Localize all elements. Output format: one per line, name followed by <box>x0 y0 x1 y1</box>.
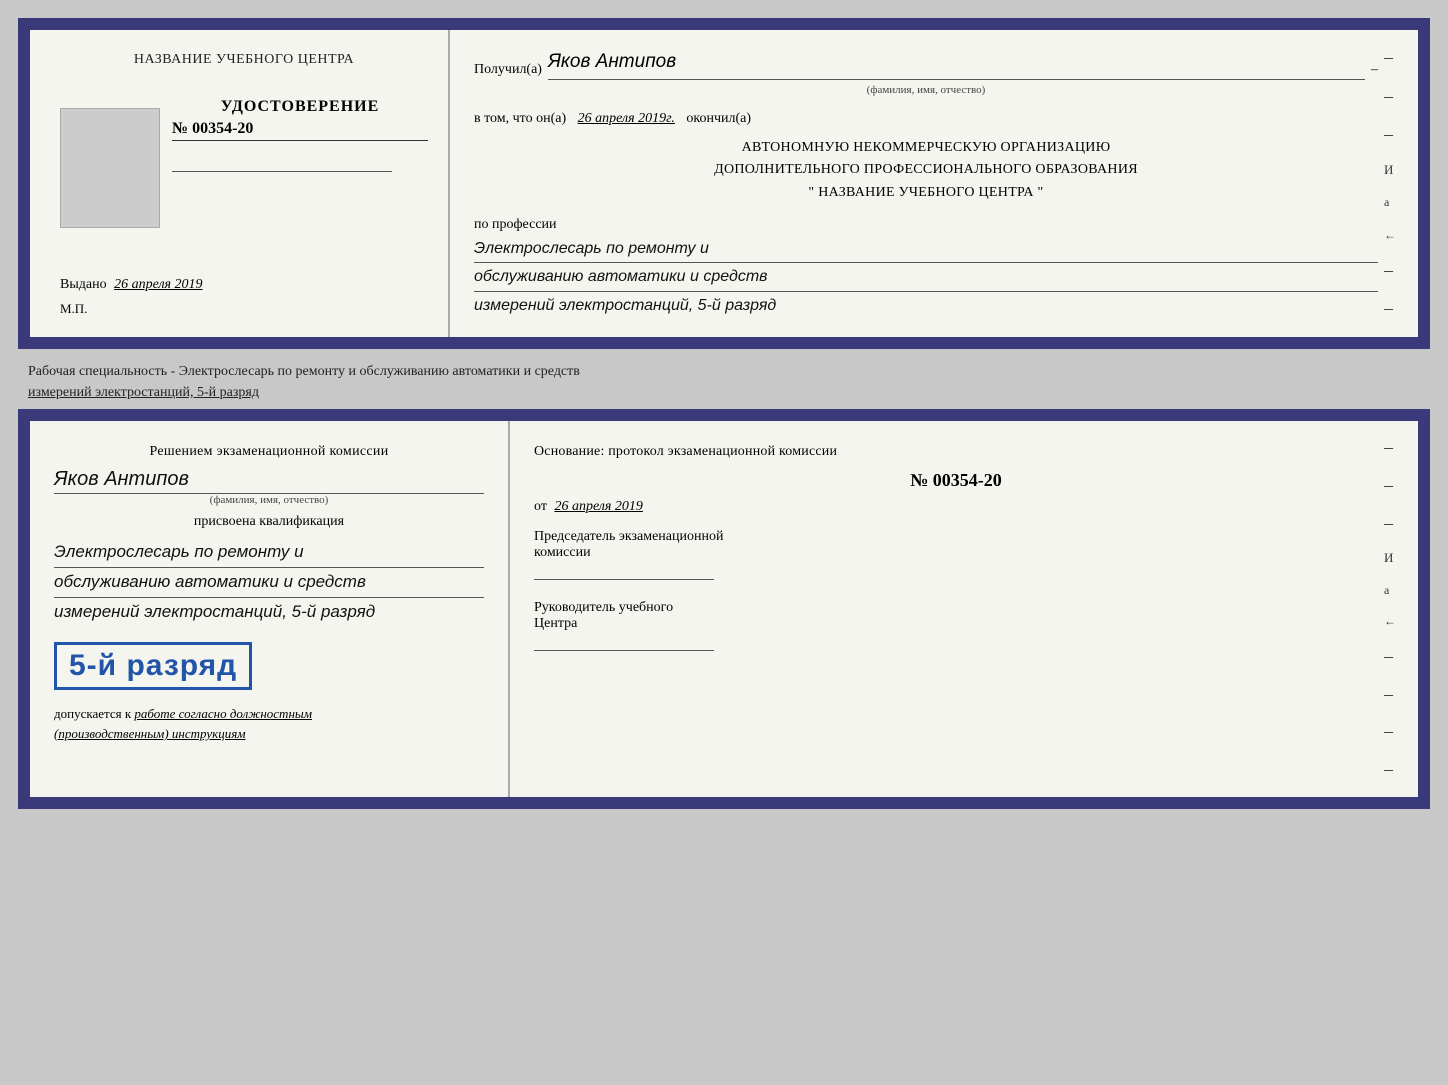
profession-line2: обслуживанию автоматики и средств <box>474 263 1378 291</box>
predsedatel-block: Председатель экзаменационной комиссии <box>534 529 1378 580</box>
dopuskaetsya-italic: работе согласно должностным <box>134 706 312 721</box>
vydano-line: Выдано 26 апреля 2019 <box>60 277 428 293</box>
bottom-doc-left: Решением экзаменационной комиссии Яков А… <box>30 421 510 797</box>
fio-sub-top: (фамилия, имя, отчество) <box>474 82 1378 99</box>
middle-text: Рабочая специальность - Электрослесарь п… <box>18 355 1430 409</box>
cert-middle: УДОСТОВЕРЕНИЕ № 00354-20 <box>60 98 428 238</box>
org-block: АВТОНОМНУЮ НЕКОММЕРЧЕСКУЮ ОРГАНИЗАЦИЮ ДО… <box>474 137 1378 204</box>
org-line2: ДОПОЛНИТЕЛЬНОГО ПРОФЕССИОНАЛЬНОГО ОБРАЗО… <box>474 159 1378 181</box>
decision-title: Решением экзаменационной комиссии <box>54 441 484 462</box>
vydano-label: Выдано <box>60 277 107 292</box>
vtom-date: 26 апреля 2019г. <box>578 111 675 126</box>
page-wrapper: НАЗВАНИЕ УЧЕБНОГО ЦЕНТРА УДОСТОВЕРЕНИЕ №… <box>10 10 1438 817</box>
poluchil-label: Получил(а) <box>474 59 542 80</box>
tsentra-label: Центра <box>534 616 1378 632</box>
middle-text-line1: Рабочая специальность - Электрослесарь п… <box>28 364 580 379</box>
profession-line3: измерений электростанций, 5-й разряд <box>474 292 1378 319</box>
cert-line <box>172 171 392 172</box>
qual-line3: измерений электростанций, 5-й разряд <box>54 598 484 627</box>
ot-date: 26 апреля 2019 <box>554 499 642 514</box>
vtom-prefix: в том, что он(а) <box>474 111 566 126</box>
osnovanie-label: Основание: протокол экзаменационной коми… <box>534 441 1378 462</box>
qual-line2: обслуживанию автоматики и средств <box>54 568 484 598</box>
dopuskaetsya-italic2: (производственным) инструкциям <box>54 726 246 741</box>
photo-placeholder <box>60 108 160 228</box>
top-doc-right: Получил(а) Яков Антипов – (фамилия, имя,… <box>450 30 1418 337</box>
razryad-badge: 5-й разряд <box>54 642 252 690</box>
fio-sub-bottom: (фамилия, имя, отчество) <box>54 494 484 506</box>
bottom-doc-right: Основание: протокол экзаменационной коми… <box>510 421 1418 797</box>
okonchil-label: окончил(а) <box>686 111 751 126</box>
profession-line1: Электрослесарь по ремонту и <box>474 235 1378 263</box>
dopuskaetsya-prefix: допускается к <box>54 706 131 721</box>
vydano-date: 26 апреля 2019 <box>114 277 202 292</box>
qual-line1: Электрослесарь по ремонту и <box>54 538 484 568</box>
bottom-document: Решением экзаменационной комиссии Яков А… <box>18 409 1430 809</box>
rukovoditel-block: Руководитель учебного Центра <box>534 600 1378 651</box>
predsedatel-label: Председатель экзаменационной <box>534 529 1378 545</box>
prisvoena: присвоена квалификация <box>54 514 484 530</box>
cert-bottom: Выдано 26 апреля 2019 М.П. <box>60 267 428 317</box>
org-quote: " НАЗВАНИЕ УЧЕБНОГО ЦЕНТРА " <box>474 182 1378 204</box>
top-doc-left: НАЗВАНИЕ УЧЕБНОГО ЦЕНТРА УДОСТОВЕРЕНИЕ №… <box>30 30 450 337</box>
protocol-number: № 00354-20 <box>534 470 1378 491</box>
recipient-name: Яков Антипов <box>548 48 1365 80</box>
dash-after-name: – <box>1371 59 1378 80</box>
person-name-big: Яков Антипов <box>54 468 484 494</box>
org-line1: АВТОНОМНУЮ НЕКОММЕРЧЕСКУЮ ОРГАНИЗАЦИЮ <box>474 137 1378 159</box>
ot-line: от 26 апреля 2019 <box>534 499 1378 515</box>
rukovoditel-label: Руководитель учебного <box>534 600 1378 616</box>
dopuskaetsya: допускается к работе согласно должностны… <box>54 704 484 743</box>
ot-label: от <box>534 499 547 514</box>
rukovoditel-sign-line <box>534 650 714 651</box>
middle-text-line2: измерений электростанций, 5-й разряд <box>28 385 259 400</box>
po-professii: по профессии <box>474 214 1378 235</box>
vtom-line: в том, что он(а) 26 апреля 2019г. окончи… <box>474 108 1378 129</box>
mp-label: М.П. <box>60 301 428 317</box>
top-document: НАЗВАНИЕ УЧЕБНОГО ЦЕНТРА УДОСТОВЕРЕНИЕ №… <box>18 18 1430 349</box>
udost-label: УДОСТОВЕРЕНИЕ <box>172 98 428 116</box>
cert-number: № 00354-20 <box>172 120 428 141</box>
center-name-top: НАЗВАНИЕ УЧЕБНОГО ЦЕНТРА <box>134 50 354 70</box>
predsedatel-sign-line <box>534 579 714 580</box>
komissii-label: комиссии <box>534 545 1378 561</box>
